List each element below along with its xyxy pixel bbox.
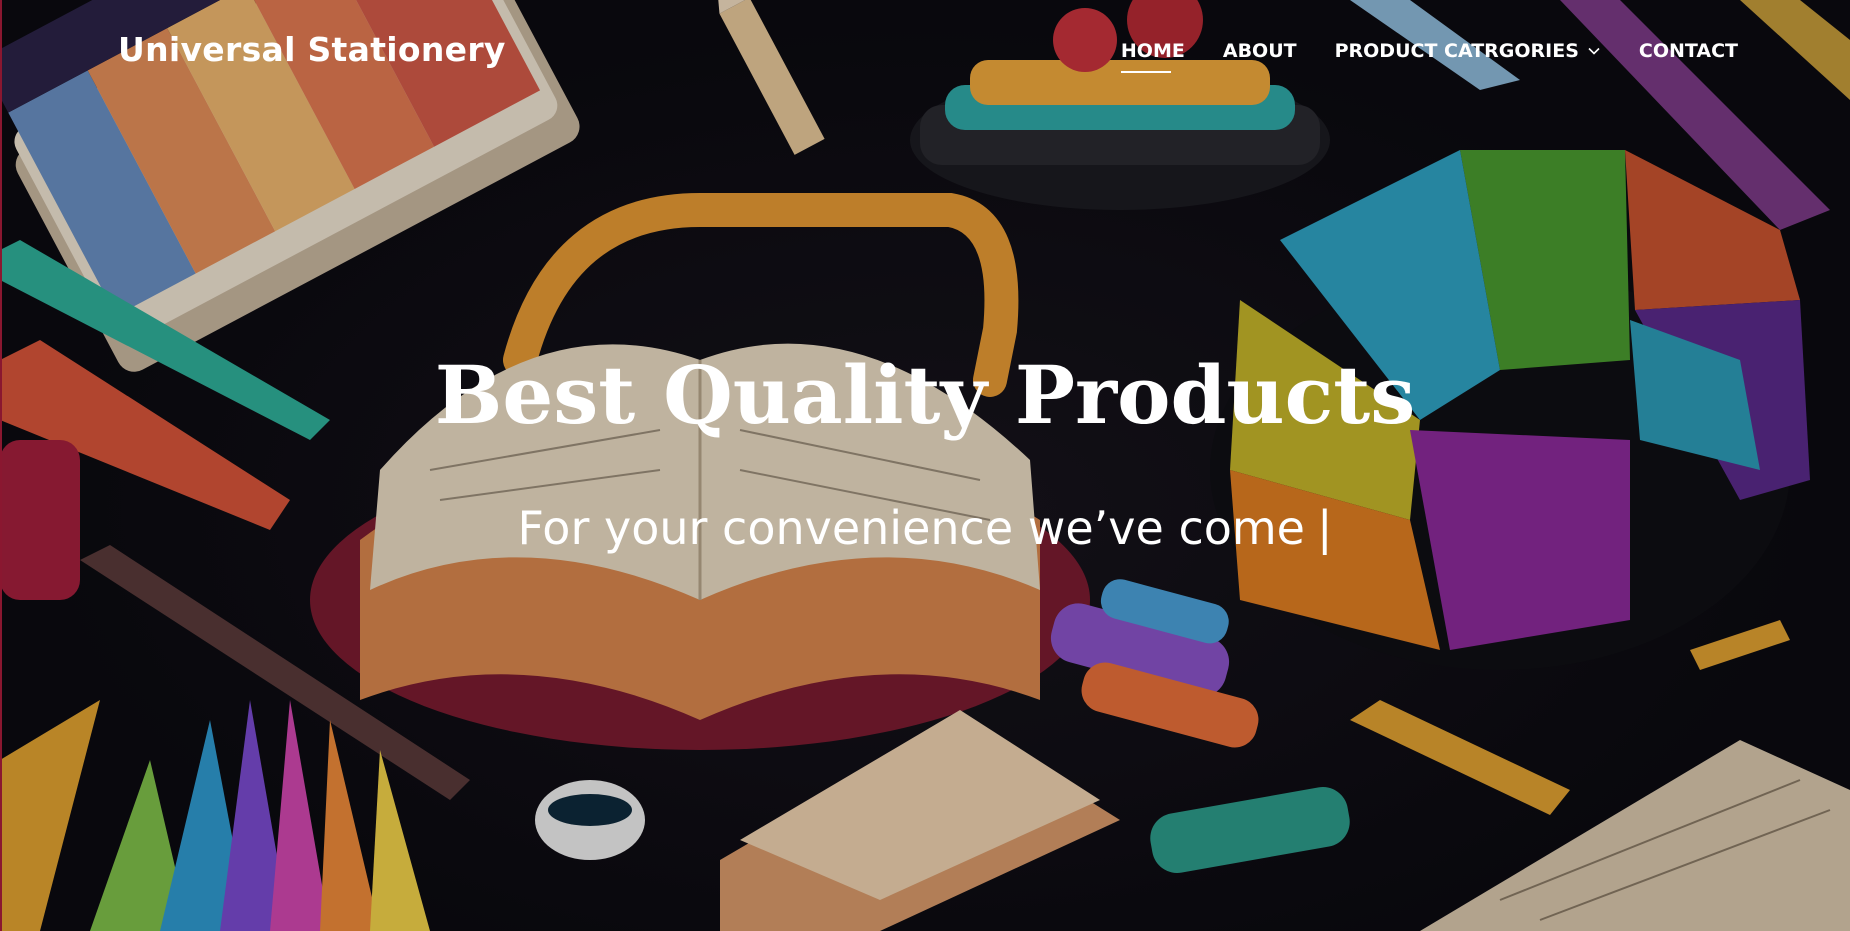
background-illustration (0, 0, 1850, 931)
active-underline (1120, 71, 1171, 73)
nav-item-product-categories[interactable]: PRODUCT CATRGORIES (1335, 40, 1601, 62)
nav-menu: HOME ABOUT PRODUCT CATRGORIES CONTACT (1120, 40, 1738, 73)
typing-cursor: | (1317, 501, 1333, 555)
nav-item-label: ABOUT (1222, 40, 1297, 62)
nav-item-label: HOME (1120, 40, 1185, 62)
left-edge-accent (0, 0, 2, 931)
brand-logo-link[interactable]: Universal Stationery (118, 30, 506, 69)
nav-item-contact[interactable]: CONTACT (1639, 40, 1738, 62)
hero-section: Universal Stationery HOME ABOUT PRODUCT … (0, 0, 1850, 931)
nav-item-about[interactable]: ABOUT (1223, 40, 1297, 62)
hero-subtitle: For your convenience we’ve come | (0, 503, 1850, 554)
hero-subtitle-text: For your convenience we’ve come (517, 501, 1305, 555)
chevron-down-icon (1588, 47, 1600, 55)
nav-item-home[interactable]: HOME (1120, 40, 1185, 73)
bottom-right-notebook-illustration (1350, 620, 1850, 931)
hero-title: Best Quality Products (434, 348, 1416, 442)
top-navbar: Universal Stationery HOME ABOUT PRODUCT … (0, 0, 1850, 106)
open-book-illustration (310, 193, 1090, 750)
nav-item-label: PRODUCT CATRGORIES (1334, 40, 1579, 62)
nav-item-label: CONTACT (1638, 40, 1738, 62)
